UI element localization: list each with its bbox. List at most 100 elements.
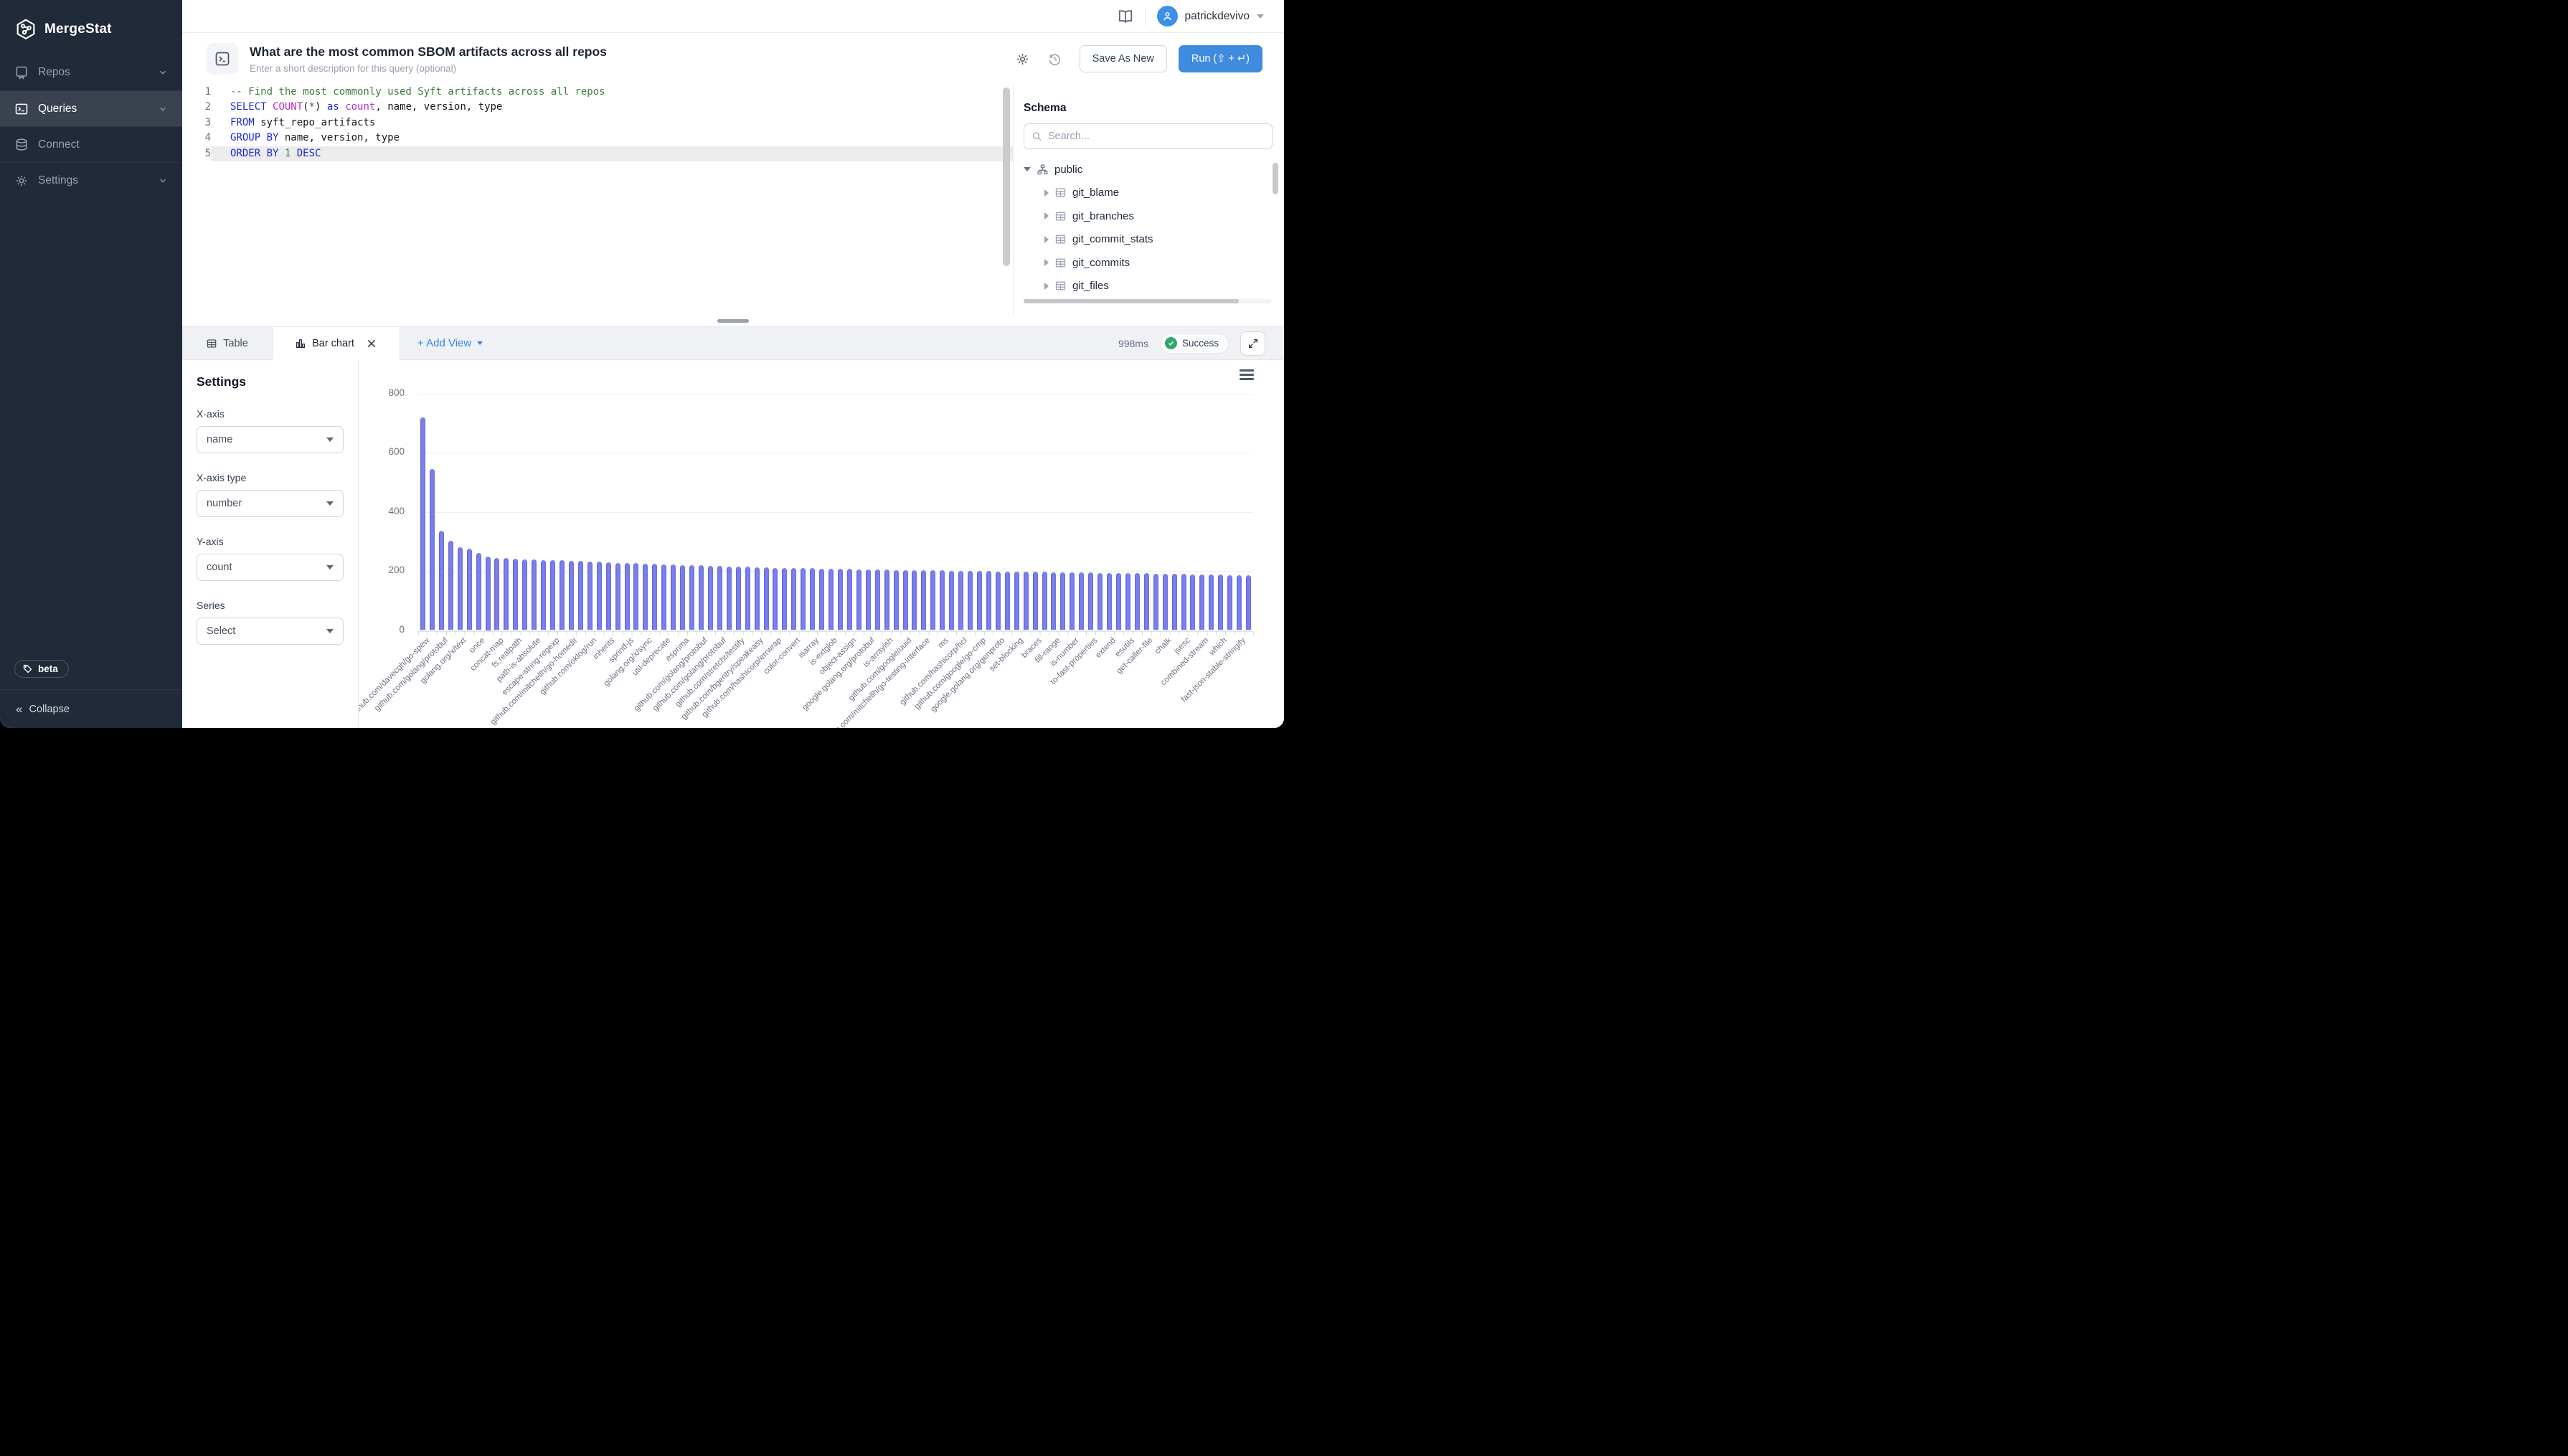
tree-node-git-files[interactable]: git_files: [1024, 275, 1273, 298]
bar: [708, 566, 713, 630]
caret-right-icon[interactable]: [1044, 189, 1049, 197]
bar: [764, 567, 769, 630]
add-view-button[interactable]: + Add View: [417, 327, 483, 359]
bar: [1209, 575, 1214, 630]
bar: [894, 570, 899, 630]
drag-handle[interactable]: [717, 319, 749, 323]
user-menu[interactable]: patrickdevivo: [1157, 6, 1264, 27]
resize-divider: [182, 316, 1284, 326]
chart-menu-icon[interactable]: [1240, 369, 1254, 382]
tree-node-git-commit-stats[interactable]: git_commit_stats: [1024, 228, 1273, 252]
bar: [560, 560, 565, 630]
tree-node-git-blame[interactable]: git_blame: [1024, 181, 1273, 205]
gridline: [418, 512, 1253, 513]
tab-label: Table: [223, 338, 248, 349]
y-axis-select[interactable]: count: [197, 554, 344, 581]
caret-right-icon[interactable]: [1044, 236, 1049, 243]
bar: [1199, 575, 1204, 630]
bar: [661, 564, 666, 630]
sidebar-item-queries[interactable]: Queries: [0, 90, 182, 126]
bar: [1088, 572, 1093, 630]
line-number: 2: [182, 100, 211, 115]
caret-down-icon: [477, 341, 483, 345]
y-axis-tick-label: 600: [359, 446, 405, 457]
schema-horizontal-scrollbar[interactable]: [1024, 299, 1272, 303]
caret-down-icon[interactable]: [1024, 167, 1031, 171]
bar: [996, 572, 1001, 630]
bar: [615, 563, 620, 630]
table-icon: [1054, 257, 1067, 269]
bar: [689, 565, 694, 630]
caret-right-icon[interactable]: [1044, 259, 1049, 266]
bar: [949, 571, 954, 630]
bar: [903, 570, 908, 630]
bar: [513, 559, 518, 630]
schema-search-input[interactable]: [1048, 131, 1265, 142]
table-icon: [206, 338, 217, 349]
x-axis-type-select[interactable]: number: [197, 490, 344, 517]
select-value: count: [207, 562, 232, 573]
chevron-down-icon: [158, 67, 168, 77]
bar: [968, 571, 973, 630]
sidebar-item-label: Repos: [38, 66, 70, 79]
search-icon: [1032, 131, 1042, 142]
sql-editor[interactable]: 1-- Find the most commonly used Syft art…: [182, 85, 1013, 316]
query-history-button[interactable]: [1047, 52, 1062, 67]
bar: [717, 566, 722, 630]
bar: [819, 569, 824, 630]
sidebar-item-connect[interactable]: Connect: [0, 126, 182, 162]
username: patrickdevivo: [1185, 10, 1250, 23]
bar: [1125, 573, 1130, 630]
y-axis-tick-label: 800: [359, 387, 405, 398]
series-select[interactable]: Select: [197, 618, 344, 645]
query-settings-button[interactable]: [1015, 52, 1030, 67]
chart-settings-panel: Settings X-axis name X-axis type number: [182, 360, 359, 728]
status-text: Success: [1182, 338, 1219, 349]
table-icon: [1054, 233, 1067, 245]
tree-node-git-commits[interactable]: git_commits: [1024, 251, 1273, 275]
x-axis-select[interactable]: name: [197, 426, 344, 453]
editor-scrollbar[interactable]: [1003, 88, 1010, 266]
query-title[interactable]: What are the most common SBOM artifacts …: [250, 44, 607, 60]
close-icon[interactable]: [366, 338, 377, 349]
code-text: SELECT COUNT(*) as count, name, version,…: [211, 100, 1013, 115]
caret-right-icon[interactable]: [1044, 212, 1049, 219]
bar: [1005, 572, 1010, 630]
bar: [801, 568, 806, 630]
mergestat-app: MergeStat Repos Queries Co: [0, 0, 1284, 728]
bar: [1163, 574, 1168, 630]
bar: [643, 564, 648, 630]
bar: [486, 557, 491, 630]
bar: [1172, 574, 1177, 630]
query-description-placeholder[interactable]: Enter a short description for this query…: [250, 63, 607, 74]
bar: [1190, 575, 1195, 630]
bar: [1060, 572, 1065, 630]
docs-book-icon[interactable]: [1118, 9, 1133, 24]
sidebar-item-label: Queries: [38, 103, 77, 115]
sidebar-item-repos[interactable]: Repos: [0, 55, 182, 90]
tree-node-public[interactable]: public: [1024, 158, 1273, 181]
tab-table[interactable]: Table: [182, 327, 273, 359]
schema-vertical-scrollbar[interactable]: [1273, 163, 1278, 194]
sidebar-item-settings[interactable]: Settings: [0, 162, 182, 198]
schema-panel: Schema public: [1013, 85, 1284, 316]
bar: [791, 568, 796, 630]
caret-right-icon[interactable]: [1044, 283, 1049, 290]
add-view-label: + Add View: [417, 337, 471, 349]
bar: [782, 568, 787, 630]
save-as-new-button[interactable]: Save As New: [1080, 45, 1167, 72]
bar: [755, 567, 760, 630]
bar: [587, 562, 593, 630]
sitemap-icon: [1037, 164, 1049, 176]
tab-bar-chart[interactable]: Bar chart: [273, 327, 400, 360]
tree-node-git-branches[interactable]: git_branches: [1024, 204, 1273, 228]
bar: [829, 569, 834, 630]
bar: [773, 568, 778, 630]
line-number: 1: [182, 85, 211, 100]
caret-down-icon: [326, 565, 334, 569]
beta-label: beta: [38, 663, 58, 674]
collapse-sidebar-button[interactable]: « Collapse: [0, 689, 182, 728]
table-icon: [1054, 280, 1067, 292]
expand-results-button[interactable]: [1240, 331, 1265, 356]
run-query-button[interactable]: Run (⇧ + ↵): [1179, 45, 1262, 72]
